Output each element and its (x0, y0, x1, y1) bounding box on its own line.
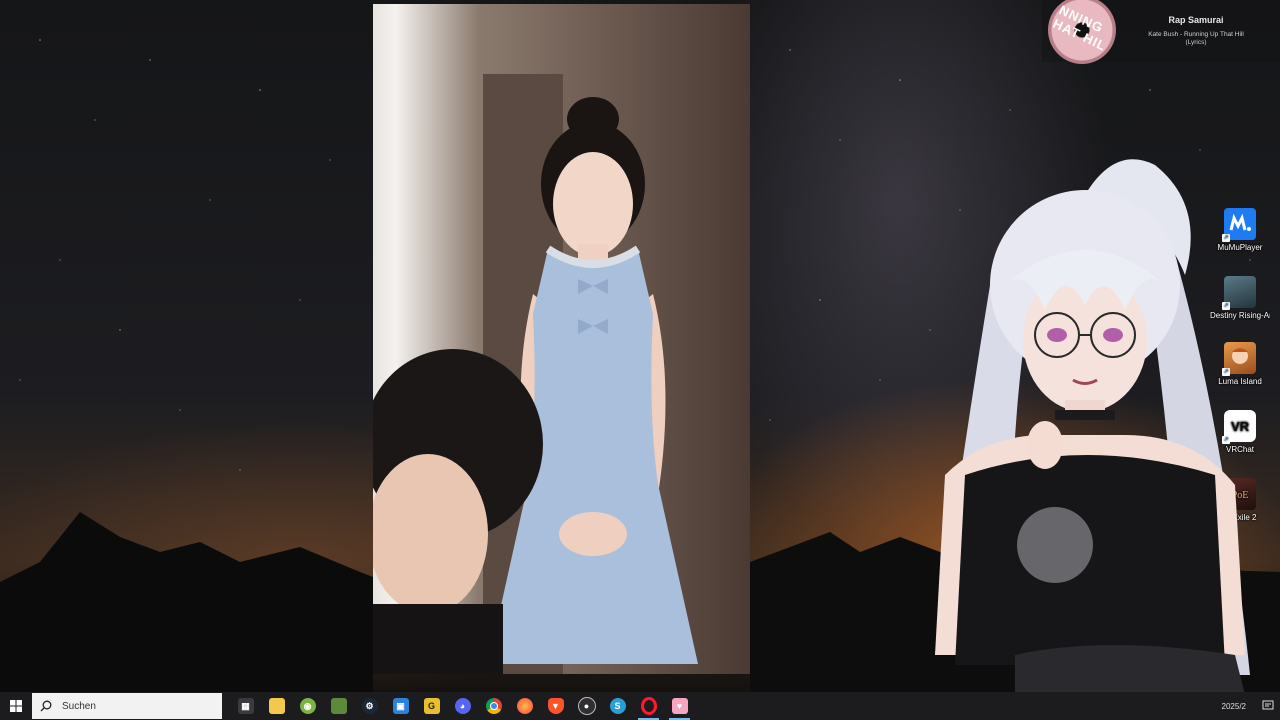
album-art-text: NNING HAT HIL (1050, 2, 1109, 54)
folder-icon (268, 698, 285, 714)
search-icon (40, 700, 52, 712)
chrome-icon (485, 698, 502, 714)
windows-logo-icon (10, 700, 22, 712)
android-app-icon: ◉ (299, 698, 316, 714)
discord-icon: ◕ (454, 698, 471, 714)
taskbar-app-g[interactable]: G (416, 692, 447, 720)
blurred-foreground-person (373, 349, 543, 674)
taskbar-clock[interactable]: 2025/2 (1222, 702, 1246, 711)
notification-center-button[interactable] (1256, 692, 1280, 720)
brave-icon: ▼ (547, 698, 564, 714)
taskbar-app-chrome[interactable] (478, 692, 509, 720)
blue-s-app-icon: S (609, 698, 626, 714)
taskbar-app-opera[interactable] (633, 692, 664, 720)
taskbar-app-task-view[interactable]: ▦ (230, 692, 261, 720)
taskbar-app-discord[interactable]: ◕ (447, 692, 478, 720)
g-app-icon: G (423, 698, 440, 714)
taskbar-app-obs[interactable]: ● (571, 692, 602, 720)
taskbar-app-firefox[interactable] (509, 692, 540, 720)
taskbar-apps: ▦ ◉ ⚙ ▣ G ◕ ▼ ● S ♥ (230, 692, 695, 720)
obs-icon: ● (577, 697, 596, 715)
opera-icon (640, 697, 657, 715)
album-art: NNING HAT HIL (1048, 0, 1116, 64)
firefox-icon (516, 698, 533, 714)
pink-app-icon: ♥ (671, 698, 688, 714)
now-playing-widget[interactable]: NNING HAT HIL Rap Samurai Kate Bush - Ru… (1042, 0, 1280, 64)
video-panel[interactable] (373, 4, 750, 674)
vtuber-avatar (935, 159, 1250, 695)
minecraft-icon (330, 698, 347, 714)
taskbar-app-file-explorer[interactable] (261, 692, 292, 720)
taskbar-app-pink[interactable]: ♥ (664, 692, 695, 720)
taskbar-app-blue-s[interactable]: S (602, 692, 633, 720)
now-playing-subtitle-line1: Kate Bush - Running Up That Hill (1148, 31, 1244, 38)
taskbar-app-brave[interactable]: ▼ (540, 692, 571, 720)
now-playing-subtitle-line2: (Lyrics) (1185, 39, 1207, 46)
taskbar-app-minecraft[interactable] (323, 692, 354, 720)
start-button[interactable] (0, 692, 32, 720)
store-icon: ▣ (392, 698, 409, 714)
notification-icon (1262, 700, 1274, 710)
task-view-icon: ▦ (237, 698, 254, 714)
steam-icon: ⚙ (361, 698, 378, 714)
taskbar-app-android[interactable]: ◉ (292, 692, 323, 720)
taskbar: ▦ ◉ ⚙ ▣ G ◕ ▼ (0, 692, 1280, 720)
taskbar-app-steam[interactable]: ⚙ (354, 692, 385, 720)
search-input[interactable] (60, 699, 214, 713)
taskbar-search[interactable] (32, 693, 222, 719)
now-playing-title: Rap Samurai (1168, 15, 1224, 25)
taskbar-app-store[interactable]: ▣ (385, 692, 416, 720)
